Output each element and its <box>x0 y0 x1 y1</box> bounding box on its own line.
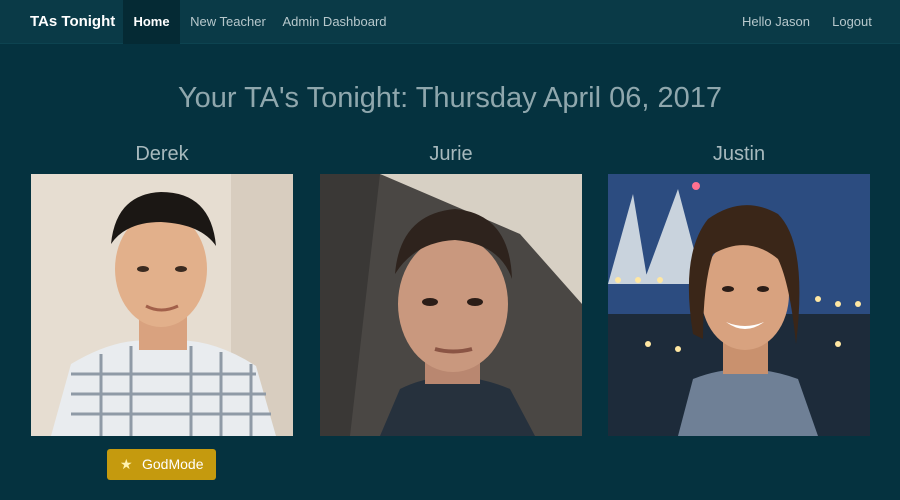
nav-new-teacher[interactable]: New Teacher <box>185 0 271 44</box>
nav-admin-dashboard[interactable]: Admin Dashboard <box>279 0 390 44</box>
user-greeting[interactable]: Hello Jason <box>735 0 817 44</box>
brand-link[interactable]: TAs Tonight <box>30 0 115 44</box>
page-title: Your TA's Tonight: Thursday April 06, 20… <box>177 82 722 114</box>
nav-home[interactable]: Home <box>123 0 180 44</box>
ta-name: Justin <box>712 143 766 165</box>
logout-link[interactable]: Logout <box>825 0 879 44</box>
godmode-label: GodMode <box>142 456 204 472</box>
star-icon: ★ <box>120 456 133 472</box>
navbar: TAs Tonight Home New Teacher Admin Dashb… <box>0 0 900 44</box>
godmode-button[interactable]: ★ GodMode <box>107 449 216 480</box>
ta-name: Derek <box>135 143 189 165</box>
ta-photo-jurie <box>320 174 582 436</box>
ta-photo-derek <box>31 174 293 436</box>
ta-name: Jurie <box>429 143 473 165</box>
ta-photo-justin <box>608 174 870 436</box>
